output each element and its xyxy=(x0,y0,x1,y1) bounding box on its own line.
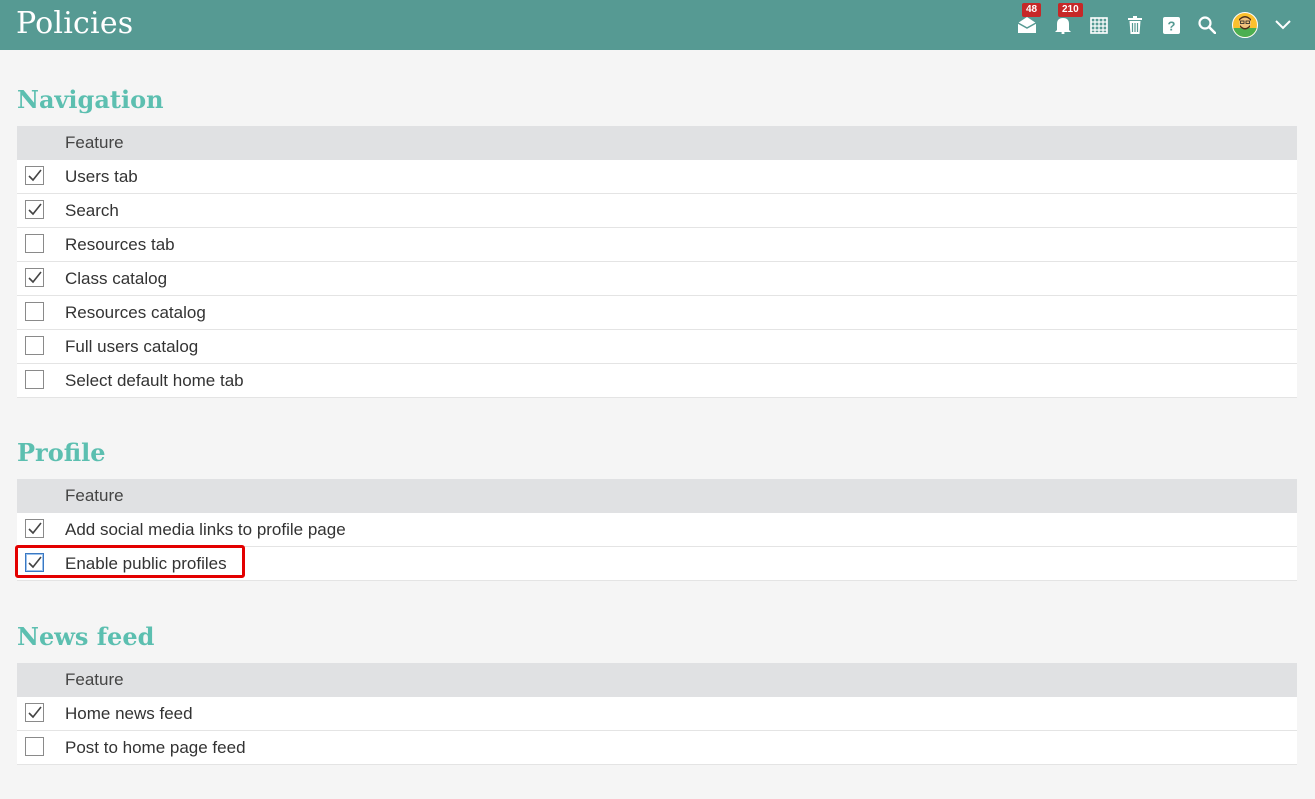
avatar xyxy=(1232,12,1258,38)
checkbox-enable-public-profiles[interactable] xyxy=(25,553,44,572)
page-title: Policies xyxy=(16,6,134,41)
search-button[interactable] xyxy=(1195,13,1219,37)
feature-label: Resources catalog xyxy=(65,302,206,322)
notifications-button[interactable]: 210 xyxy=(1051,3,1083,37)
checkbox-search[interactable] xyxy=(25,200,44,219)
table-row: Add social media links to profile page xyxy=(17,513,1297,547)
feature-label: Add social media links to profile page xyxy=(65,519,346,539)
table-row: Select default home tab xyxy=(17,364,1297,398)
table-row: Full users catalog xyxy=(17,330,1297,364)
top-bar: Policies 48 210 ? xyxy=(0,0,1315,50)
table-row: Post to home page feed xyxy=(17,731,1297,765)
checkbox-full-users-catalog[interactable] xyxy=(25,336,44,355)
checkbox-users-tab[interactable] xyxy=(25,166,44,185)
feature-label: Resources tab xyxy=(65,234,175,254)
calendar-button[interactable] xyxy=(1087,13,1111,37)
table-row: Search xyxy=(17,194,1297,228)
section-title-navigation: Navigation xyxy=(17,85,164,114)
feature-label: Home news feed xyxy=(65,703,193,723)
svg-text:?: ? xyxy=(1167,18,1175,33)
chevron-down-icon xyxy=(1275,20,1291,30)
table-header: Feature xyxy=(17,126,1297,160)
news-feed-table: Feature Home news feed Post to home page… xyxy=(17,663,1297,765)
trash-icon xyxy=(1127,16,1143,34)
feature-label: Users tab xyxy=(65,166,138,186)
checkbox-social-media-links[interactable] xyxy=(25,519,44,538)
table-row: Class catalog xyxy=(17,262,1297,296)
help-icon: ? xyxy=(1162,16,1180,34)
feature-label: Class catalog xyxy=(65,268,168,288)
checkbox-post-to-home-page-feed[interactable] xyxy=(25,737,44,756)
header-icons: 48 210 ? xyxy=(1003,0,1295,50)
table-header: Feature xyxy=(17,663,1297,697)
section-profile: Profile Feature Add social media links t… xyxy=(15,438,1297,581)
checkbox-class-catalog[interactable] xyxy=(25,268,44,287)
mail-icon xyxy=(1017,16,1037,34)
feature-label: Select default home tab xyxy=(65,370,244,390)
checkbox-home-news-feed[interactable] xyxy=(25,703,44,722)
table-row: Resources tab xyxy=(17,228,1297,262)
calendar-icon xyxy=(1090,16,1108,34)
feature-label: Enable public profiles xyxy=(65,553,227,573)
user-menu-toggle[interactable] xyxy=(1271,13,1295,37)
table-row: Home news feed xyxy=(17,697,1297,731)
feature-label: Search xyxy=(65,200,119,220)
table-row: Resources catalog xyxy=(17,296,1297,330)
trash-button[interactable] xyxy=(1123,13,1147,37)
help-button[interactable]: ? xyxy=(1159,13,1183,37)
navigation-table: Feature Users tab Search Resources tab C… xyxy=(17,126,1297,398)
checkbox-select-default-home-tab[interactable] xyxy=(25,370,44,389)
section-title-news-feed: News feed xyxy=(17,622,155,651)
table-header: Feature xyxy=(17,479,1297,513)
column-header-feature: Feature xyxy=(65,670,124,689)
table-row: Users tab xyxy=(17,160,1297,194)
table-row: Enable public profiles xyxy=(15,545,1297,581)
checkbox-resources-catalog[interactable] xyxy=(25,302,44,321)
notifications-badge: 210 xyxy=(1058,3,1083,17)
column-header-feature: Feature xyxy=(65,486,124,505)
profile-table: Feature Add social media links to profil… xyxy=(15,479,1297,581)
section-news-feed: News feed Feature Home news feed Post to… xyxy=(17,625,1297,765)
section-title-profile: Profile xyxy=(17,438,106,467)
user-menu-button[interactable] xyxy=(1231,12,1259,38)
column-header-feature: Feature xyxy=(65,133,124,152)
mail-badge: 48 xyxy=(1022,3,1042,17)
search-icon xyxy=(1198,16,1216,34)
section-navigation: Navigation Feature Users tab Search Reso… xyxy=(17,88,1297,398)
bell-icon xyxy=(1054,16,1072,34)
feature-label: Post to home page feed xyxy=(65,737,246,757)
feature-label: Full users catalog xyxy=(65,336,199,356)
checkbox-resources-tab[interactable] xyxy=(25,234,44,253)
mail-button[interactable]: 48 xyxy=(1015,3,1042,37)
